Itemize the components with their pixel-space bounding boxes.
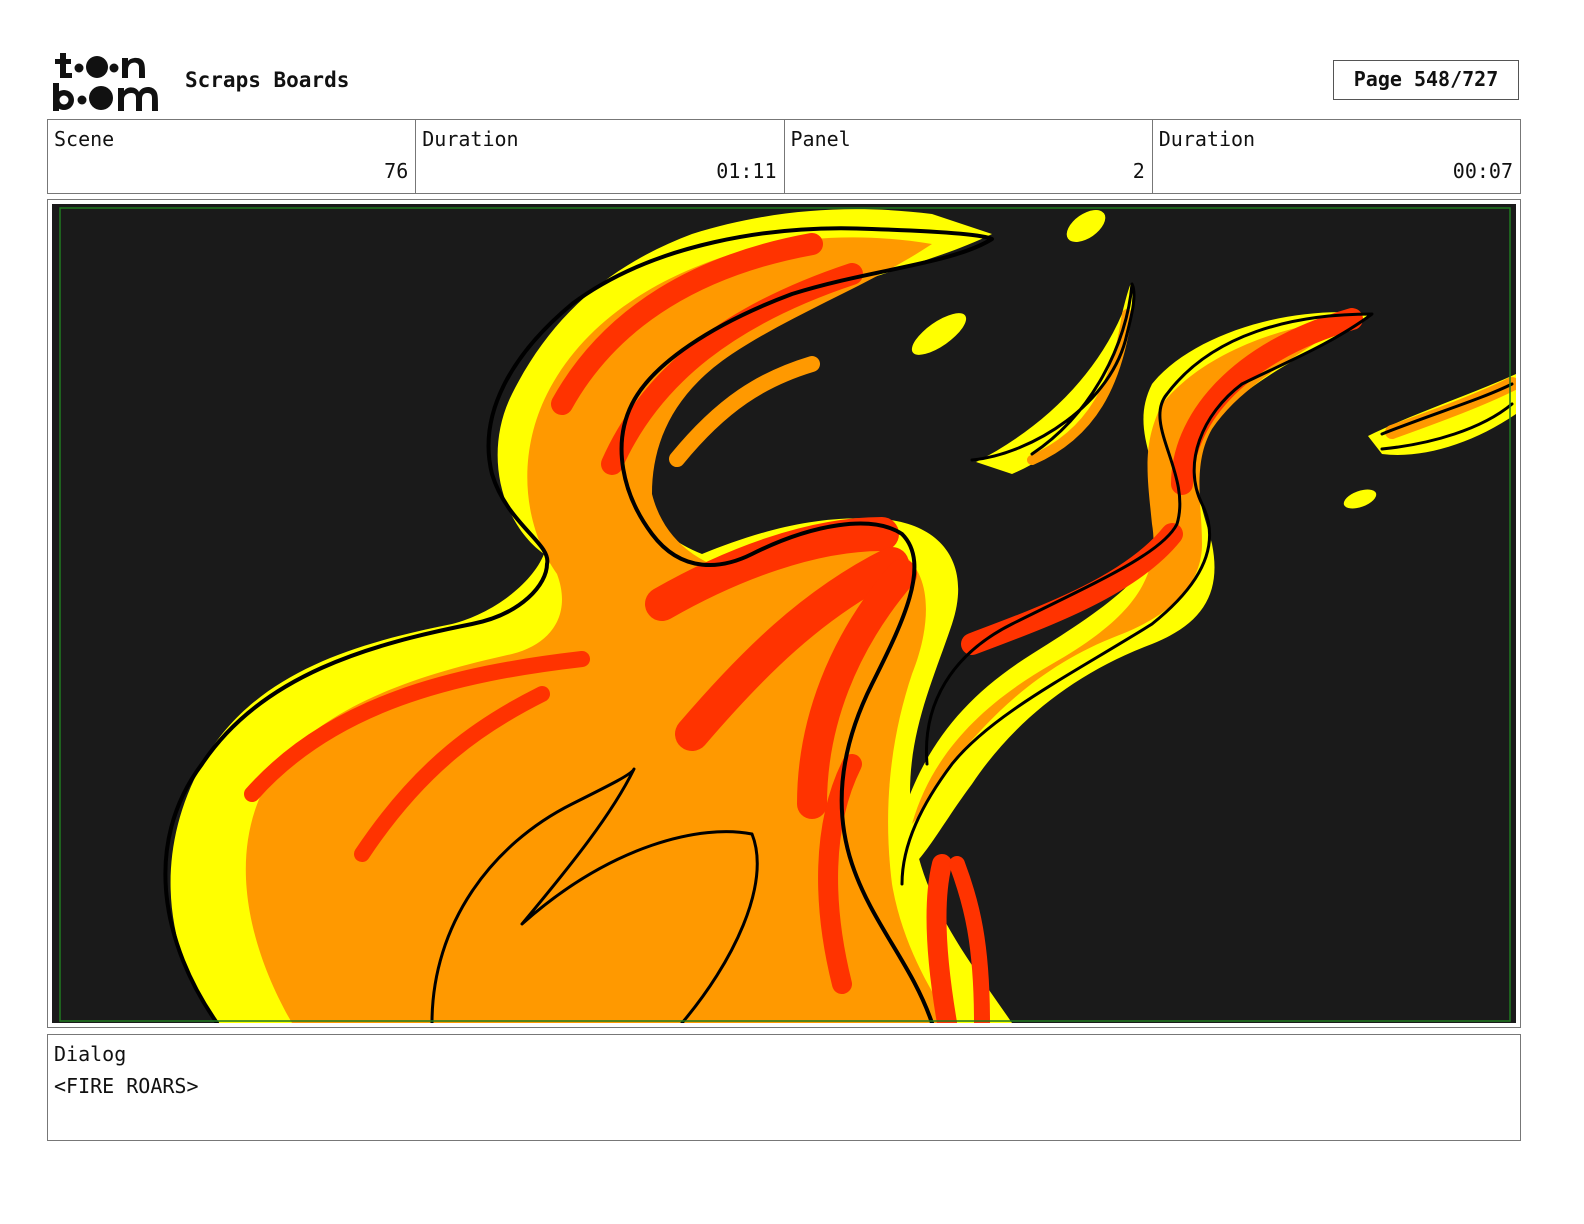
scene-duration-label: Duration [422,127,519,151]
page-counter: Page 548/727 [1333,60,1519,100]
scene-duration-cell: Duration 01:11 [416,120,785,193]
dialog-box: Dialog <FIRE ROARS> [47,1034,1521,1141]
toon-boom-logo [53,53,158,111]
dialog-text: <FIRE ROARS> [54,1074,199,1098]
panel-value: 2 [1132,159,1145,183]
panel-duration-label: Duration [1158,127,1256,151]
panel-duration-value: 00:07 [1452,159,1513,183]
panel-info-row: Scene 76 Duration 01:11 Panel 2 Duration… [47,119,1521,194]
storyboard-panel [47,199,1521,1028]
panel-duration-cell: Duration 00:07 [1153,120,1520,193]
scene-cell: Scene 76 [48,120,417,193]
panel-artwork [52,204,1516,1023]
scene-label: Scene [54,127,115,151]
project-title: Scraps Boards [185,68,350,92]
scene-duration-value: 01:11 [716,159,777,183]
dialog-label: Dialog [54,1042,127,1066]
panel-cell: Panel 2 [785,120,1153,193]
panel-label: Panel [790,127,851,151]
scene-value: 76 [384,159,409,183]
